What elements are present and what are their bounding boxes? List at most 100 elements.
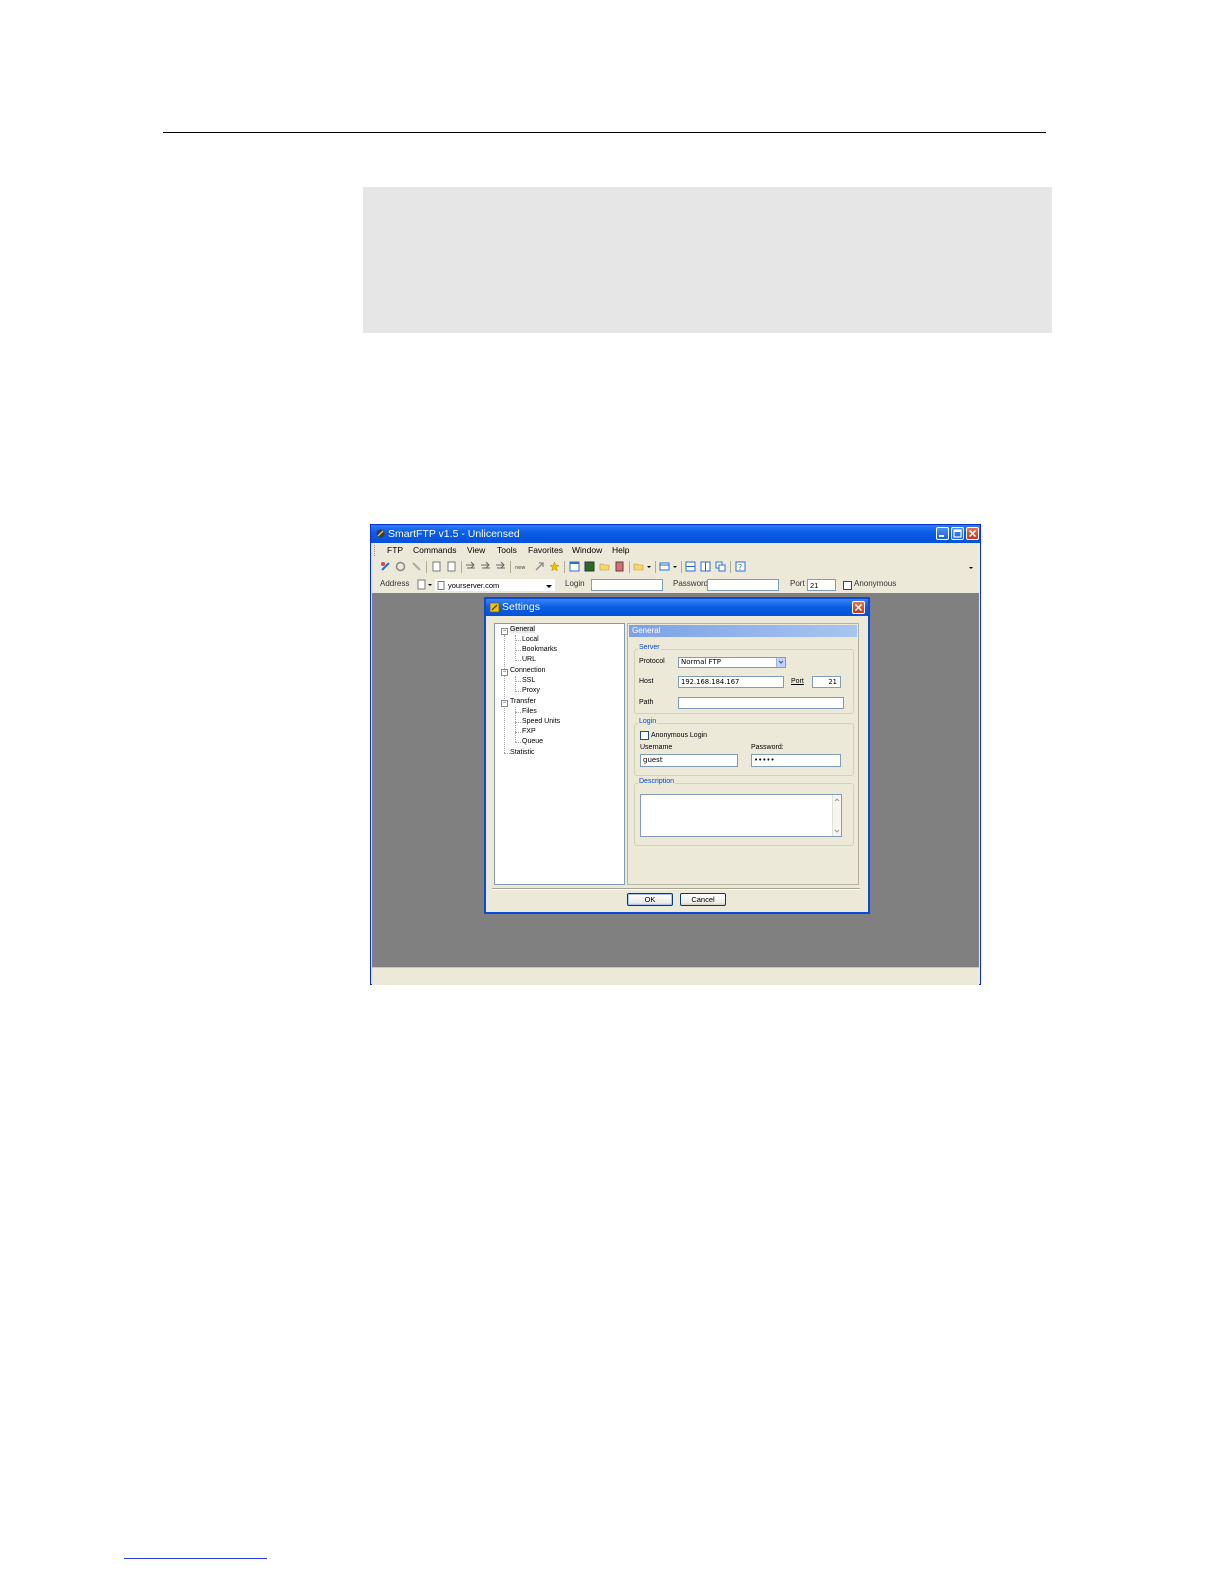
tree-item-url[interactable]: URL	[522, 656, 536, 663]
chevron-down-icon[interactable]	[776, 658, 785, 667]
toolbar-separator	[730, 561, 731, 573]
tree-item-bookmarks[interactable]: Bookmarks	[522, 646, 557, 653]
new-icon[interactable]: new	[515, 561, 526, 572]
title-bar[interactable]: SmartFTP v1.5 - Unlicensed	[371, 525, 980, 543]
ok-button[interactable]: OK	[627, 893, 673, 906]
address-field[interactable]: yourserver.com	[435, 579, 555, 591]
login-label: Login	[565, 579, 585, 588]
collapse-toggle[interactable]: −	[501, 700, 508, 707]
login-input[interactable]	[591, 579, 663, 591]
tree-item-statistic[interactable]: Statistic	[510, 749, 535, 756]
tree-connector	[515, 742, 521, 743]
transfer-icon[interactable]	[480, 561, 491, 572]
page-icon[interactable]	[416, 579, 427, 590]
general-panel: General Server Protocol Normal FTP Host …	[627, 623, 859, 885]
cancel-button[interactable]: Cancel	[680, 893, 726, 906]
tree-item-general[interactable]: General	[510, 626, 535, 633]
chevron-down-icon[interactable]	[672, 561, 678, 572]
page-icon[interactable]	[446, 561, 457, 572]
login-group: Login Anonymous Login Username Password:…	[634, 718, 854, 776]
protocol-select[interactable]: Normal FTP	[678, 657, 786, 668]
tree-item-files[interactable]: Files	[522, 708, 537, 715]
username-input[interactable]: guest	[640, 754, 738, 767]
collapse-toggle[interactable]: −	[501, 628, 508, 635]
server-port-input[interactable]: 21	[812, 676, 841, 688]
view-icon[interactable]	[659, 561, 670, 572]
status-bar	[372, 967, 979, 985]
dialog-close-button[interactable]	[852, 601, 865, 614]
transfer-icon[interactable]	[465, 561, 476, 572]
tree-connector	[515, 640, 521, 641]
terminal-icon[interactable]	[584, 561, 595, 572]
server-group: Server Protocol Normal FTP Host 192.168.…	[634, 644, 854, 714]
window-icon[interactable]	[569, 561, 580, 572]
chevron-down-icon[interactable]	[646, 561, 652, 572]
tree-connector	[515, 732, 521, 733]
svg-text:?: ?	[738, 563, 742, 572]
description-group-label: Description	[638, 778, 676, 785]
address-bar: Address yourserver.com Login Password Po…	[371, 576, 980, 593]
minimize-button[interactable]	[936, 527, 949, 540]
dialog-password-input[interactable]: •••••	[751, 754, 841, 767]
description-group: Description	[634, 778, 854, 846]
tree-item-connection[interactable]: Connection	[510, 667, 545, 674]
tree-connector	[515, 681, 521, 682]
tree-item-ssl[interactable]: SSL	[522, 677, 535, 684]
help-icon[interactable]: ?	[735, 561, 746, 572]
path-input[interactable]	[678, 697, 844, 709]
anonymous-checkbox[interactable]	[843, 581, 852, 590]
chevron-up-icon[interactable]	[833, 796, 841, 804]
description-scrollbar[interactable]	[832, 795, 841, 836]
menu-commands[interactable]: Commands	[413, 545, 456, 555]
menu-favorites[interactable]: Favorites	[528, 545, 563, 555]
settings-tree: − General Local Bookmarks URL − Connecti…	[494, 623, 625, 885]
tree-item-proxy[interactable]: Proxy	[522, 687, 540, 694]
menu-ftp[interactable]: FTP	[387, 545, 403, 555]
connect-icon[interactable]	[380, 561, 391, 572]
username-label: Username	[640, 744, 673, 751]
tree-item-fxp[interactable]: FXP	[522, 728, 536, 735]
tree-item-speed-units[interactable]: Speed Units	[522, 718, 560, 725]
folder-icon[interactable]	[599, 561, 610, 572]
folder-dropdown-icon[interactable]	[633, 561, 644, 572]
server-group-label: Server	[638, 644, 661, 651]
host-input[interactable]: 192.168.184.167	[678, 676, 784, 688]
tile-horizontal-icon[interactable]	[685, 561, 696, 572]
port-input[interactable]: 21	[807, 579, 836, 591]
close-button[interactable]	[966, 527, 979, 540]
dialog-title-bar[interactable]: Settings	[486, 599, 868, 616]
menu-view[interactable]: View	[467, 545, 485, 555]
transfer-icon[interactable]	[495, 561, 506, 572]
toolbar-separator	[564, 561, 565, 573]
toolbar-separator	[426, 561, 427, 573]
tree-item-transfer[interactable]: Transfer	[510, 698, 536, 705]
reconnect-icon[interactable]	[395, 561, 406, 572]
maximize-button[interactable]	[951, 527, 964, 540]
toolbar-separator	[461, 561, 462, 573]
tile-vertical-icon[interactable]	[700, 561, 711, 572]
star-icon[interactable]	[549, 561, 560, 572]
menu-window[interactable]: Window	[572, 545, 602, 555]
chevron-down-icon[interactable]	[427, 579, 433, 590]
book-icon[interactable]	[614, 561, 625, 572]
arrow-icon[interactable]	[534, 561, 545, 572]
menu-tools[interactable]: Tools	[497, 545, 517, 555]
top-rule	[163, 132, 1046, 133]
anonymous-login-checkbox[interactable]	[640, 731, 649, 740]
cascade-icon[interactable]	[715, 561, 726, 572]
tree-item-local[interactable]: Local	[522, 636, 539, 643]
page-icon[interactable]	[431, 561, 442, 572]
tree-item-queue[interactable]: Queue	[522, 738, 543, 745]
host-label: Host	[639, 678, 654, 685]
chevron-down-icon[interactable]	[968, 561, 974, 572]
chevron-down-icon[interactable]	[546, 582, 552, 590]
toolbar-separator	[629, 561, 630, 573]
description-textarea[interactable]	[640, 794, 842, 837]
chevron-down-icon[interactable]	[833, 827, 841, 835]
menu-help[interactable]: Help	[612, 545, 629, 555]
collapse-toggle[interactable]: −	[501, 669, 508, 676]
password-label: Password	[673, 579, 709, 588]
password-input[interactable]	[707, 579, 779, 591]
disconnect-icon[interactable]	[411, 561, 422, 572]
anonymous-login-label: Anonymous Login	[651, 732, 708, 739]
